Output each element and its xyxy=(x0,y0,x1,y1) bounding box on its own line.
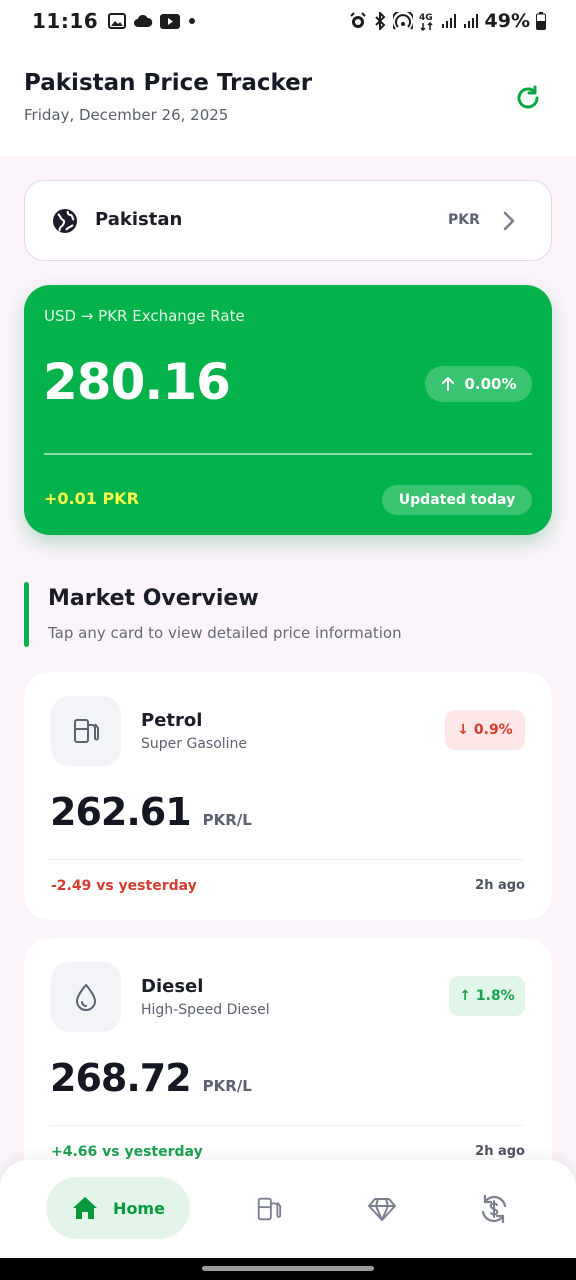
battery-icon xyxy=(536,12,546,30)
section-accent-bar xyxy=(24,582,29,647)
droplet-icon xyxy=(76,984,96,1011)
battery-percent: 49% xyxy=(484,10,530,32)
nav-home-label: Home xyxy=(113,1198,165,1218)
gesture-handle[interactable] xyxy=(202,1266,374,1271)
card-divider xyxy=(50,1125,524,1126)
refresh-icon xyxy=(517,85,539,109)
arrow-up-icon xyxy=(442,377,455,391)
section-subtitle: Tap any card to view detailed price info… xyxy=(48,624,402,642)
card-price-row: 268.72 PKR/L xyxy=(50,1056,252,1100)
refresh-button[interactable] xyxy=(510,80,546,116)
youtube-icon xyxy=(160,13,181,29)
country-selector[interactable]: Pakistan PKR xyxy=(24,180,552,261)
card-price: 262.61 xyxy=(50,790,192,834)
hotspot-icon xyxy=(392,12,413,30)
nav-gold-button[interactable] xyxy=(366,1193,398,1225)
exchange-rate-label: USD → PKR Exchange Rate xyxy=(44,307,245,325)
card-icon-box xyxy=(51,962,121,1032)
price-card-petrol[interactable]: Petrol Super Gasoline ↓ 0.9% 262.61 PKR/… xyxy=(24,672,552,920)
card-time: 2h ago xyxy=(475,1144,525,1159)
app-screen: 11:16 4G 49% Pakistan Price Tracker Frid… xyxy=(0,0,576,1280)
section-title: Market Overview xyxy=(48,586,259,611)
card-name: Petrol xyxy=(141,710,203,731)
diamond-icon xyxy=(368,1198,396,1221)
exchange-rate-value: 280.16 xyxy=(43,353,231,411)
globe-icon xyxy=(53,209,77,233)
cloud-icon xyxy=(134,14,153,27)
card-name: Diesel xyxy=(141,976,204,997)
card-unit: PKR/L xyxy=(202,811,252,829)
exchange-rate-card[interactable]: USD → PKR Exchange Rate 280.16 0.00% +0.… xyxy=(24,285,552,535)
nav-currency-button[interactable] xyxy=(478,1193,510,1225)
card-unit: PKR/L xyxy=(202,1077,252,1095)
card-delta: +4.66 vs yesterday xyxy=(51,1144,203,1160)
exchange-change-percent: 0.00% xyxy=(464,375,517,393)
chevron-right-icon xyxy=(503,211,515,231)
bluetooth-icon xyxy=(374,12,385,30)
updated-badge: Updated today xyxy=(382,485,532,515)
home-icon xyxy=(73,1197,98,1219)
network-4g-icon: 4G xyxy=(419,13,433,31)
card-subtitle: Super Gasoline xyxy=(141,736,248,752)
card-divider xyxy=(50,859,524,860)
fuel-pump-icon xyxy=(257,1197,282,1221)
signal-icon-2 xyxy=(463,14,478,28)
exchange-divider xyxy=(44,453,532,455)
card-subtitle: High-Speed Diesel xyxy=(141,1002,270,1018)
card-delta: -2.49 vs yesterday xyxy=(51,878,197,894)
gesture-bar xyxy=(0,1258,576,1280)
currency-exchange-icon xyxy=(481,1194,507,1224)
card-price: 268.72 xyxy=(50,1056,192,1100)
alarm-icon xyxy=(349,12,366,28)
signal-icon xyxy=(441,14,456,28)
card-icon-box xyxy=(51,696,121,766)
status-bar: 11:16 4G 49% xyxy=(0,0,576,42)
change-badge: ↓ 0.9% xyxy=(445,710,525,750)
page-title: Pakistan Price Tracker xyxy=(24,70,313,96)
nav-home-button[interactable]: Home xyxy=(46,1177,190,1239)
exchange-delta: +0.01 PKR xyxy=(44,489,139,508)
card-price-row: 262.61 PKR/L xyxy=(50,790,252,834)
status-time: 11:16 xyxy=(32,9,99,33)
change-badge: ↑ 1.8% xyxy=(449,976,525,1016)
card-time: 2h ago xyxy=(475,878,525,893)
nav-fuel-button[interactable] xyxy=(253,1193,285,1225)
app-header: Pakistan Price Tracker Friday, December … xyxy=(0,42,576,156)
system-icons: 4G 49% xyxy=(349,10,546,32)
dot-icon xyxy=(189,18,196,24)
notification-icons xyxy=(108,13,197,29)
page-date: Friday, December 26, 2025 xyxy=(24,106,229,124)
fuel-pump-icon xyxy=(74,719,99,743)
bottom-navigation: Home xyxy=(0,1160,576,1258)
gallery-icon xyxy=(108,13,127,29)
country-name: Pakistan xyxy=(95,209,183,230)
exchange-change-badge: 0.00% xyxy=(425,366,532,402)
svg-text:4G: 4G xyxy=(419,13,433,23)
country-currency: PKR xyxy=(448,212,480,228)
price-card-diesel[interactable]: Diesel High-Speed Diesel ↑ 1.8% 268.72 P… xyxy=(24,938,552,1186)
